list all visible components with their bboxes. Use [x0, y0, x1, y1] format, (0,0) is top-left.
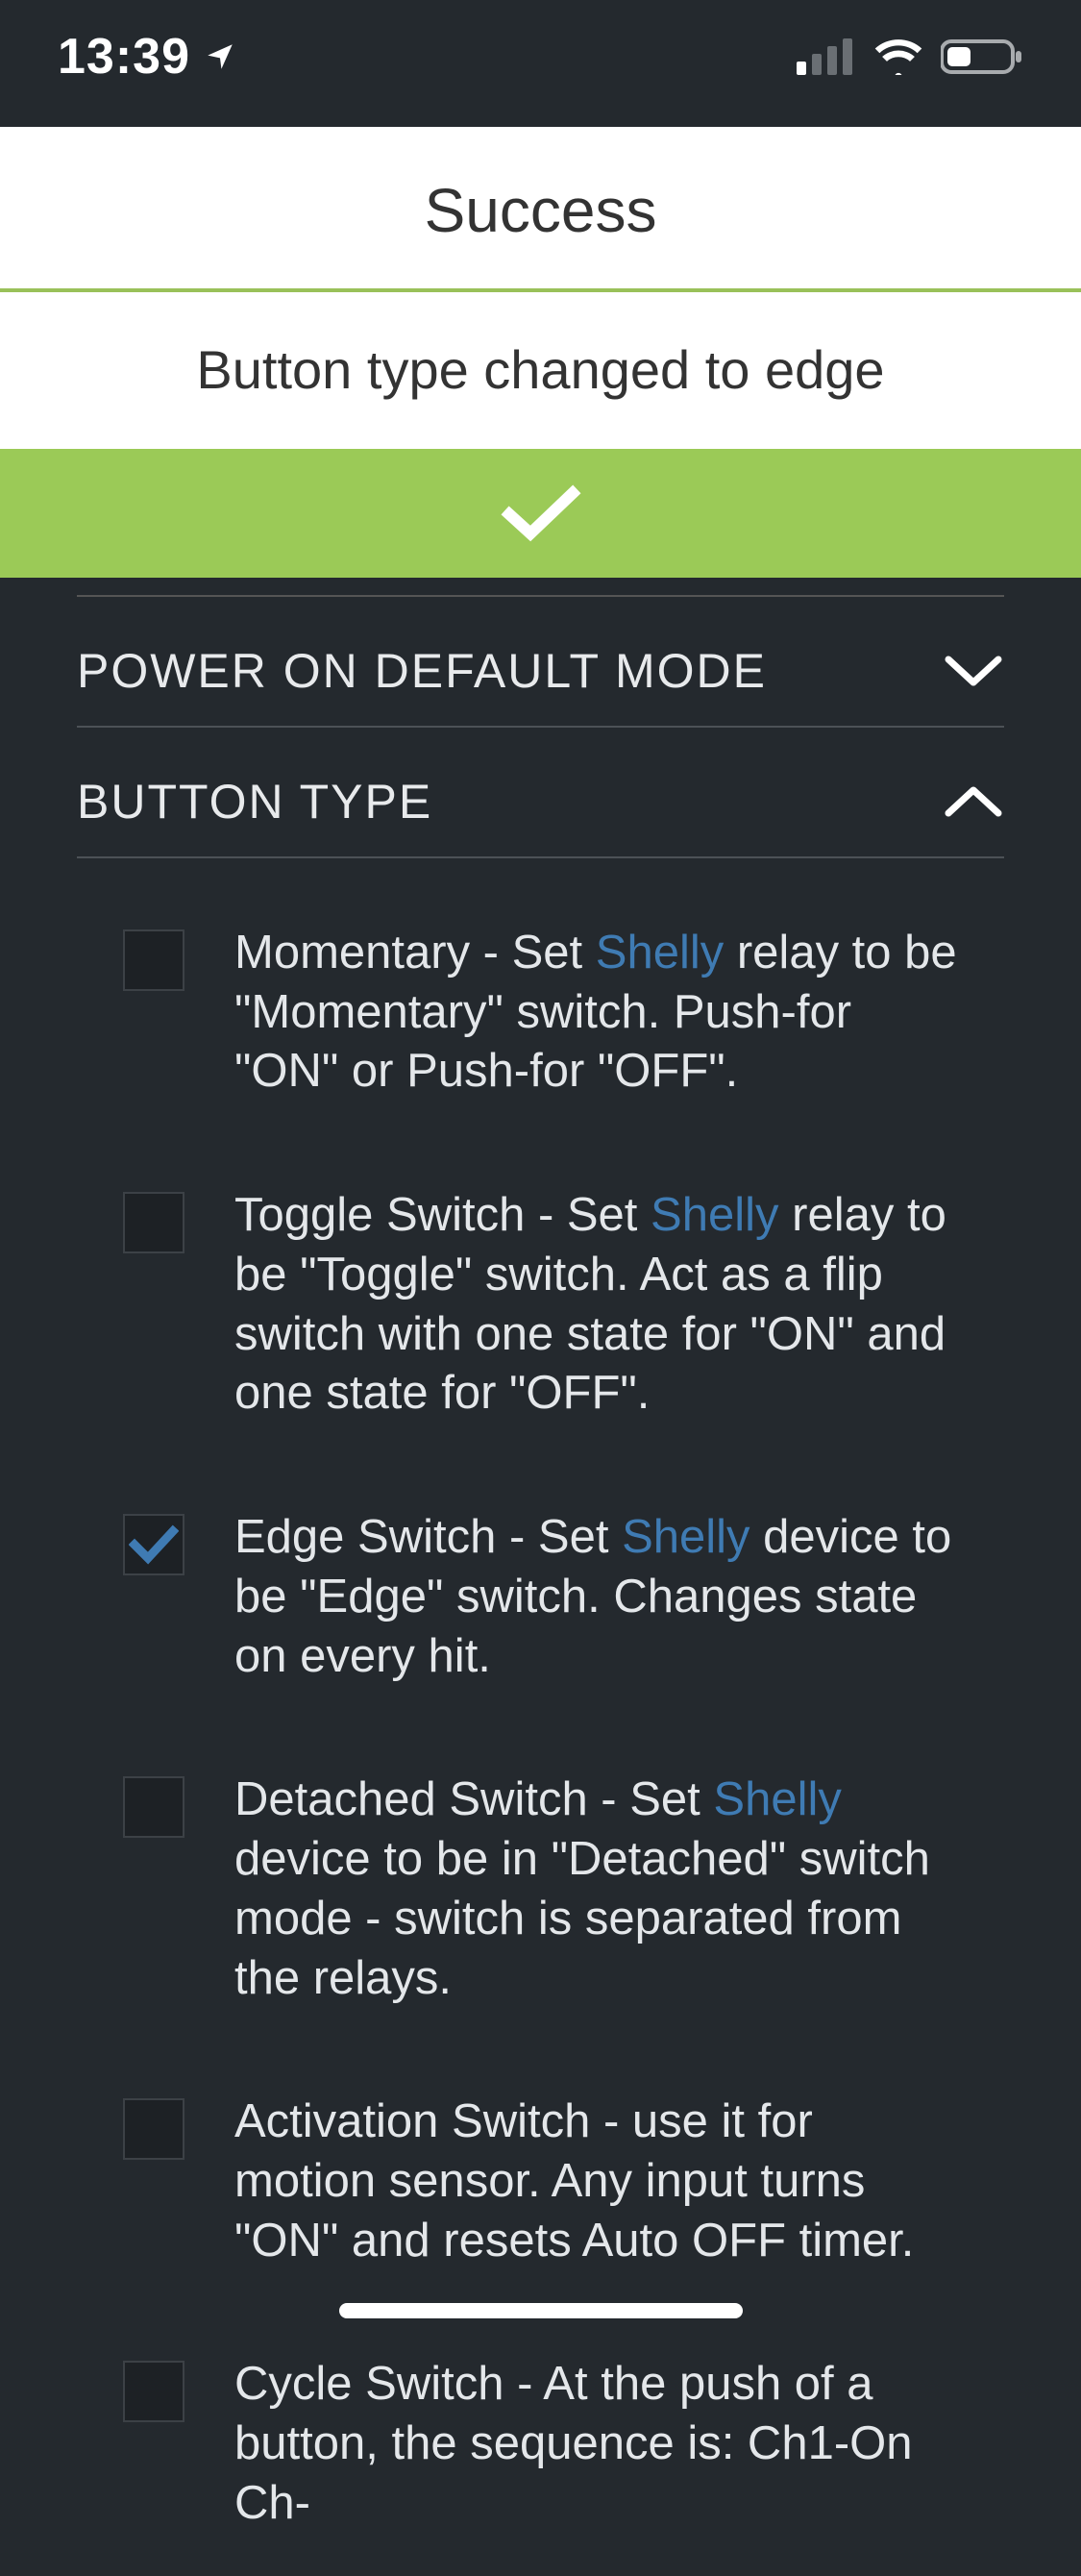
option-label: Activation Switch - use it for motion se…	[234, 2093, 1004, 2270]
checkbox[interactable]	[123, 2098, 184, 2160]
option-detached[interactable]: Detached Switch - Set Shelly device to b…	[77, 1728, 1004, 2050]
shelly-link[interactable]: Shelly	[622, 1511, 749, 1563]
modal-message: Button type changed to edge	[0, 292, 1081, 449]
ok-button[interactable]	[0, 449, 1081, 578]
battery-icon	[941, 37, 1023, 76]
option-label: Edge Switch - Set Shelly device to be "E…	[234, 1508, 1004, 1686]
location-icon	[204, 28, 236, 86]
option-cycle[interactable]: Cycle Switch - At the push of a button, …	[77, 2313, 1004, 2575]
option-edge[interactable]: Edge Switch - Set Shelly device to be "E…	[77, 1466, 1004, 1728]
checkbox[interactable]	[123, 2361, 184, 2422]
cellular-icon	[797, 38, 856, 75]
chevron-up-icon	[943, 782, 1004, 821]
wifi-icon	[873, 38, 923, 75]
chevron-down-icon	[943, 652, 1004, 690]
section-button-type[interactable]: BUTTON TYPE	[77, 728, 1004, 858]
option-label: Cycle Switch - At the push of a button, …	[234, 2355, 1004, 2533]
option-label: Detached Switch - Set Shelly device to b…	[234, 1771, 1004, 2008]
success-modal: Success Button type changed to edge	[0, 127, 1081, 578]
option-activation[interactable]: Activation Switch - use it for motion se…	[77, 2050, 1004, 2313]
option-label: Momentary - Set Shelly relay to be "Mome…	[234, 924, 1004, 1102]
check-icon	[129, 1523, 179, 1566]
option-label: Toggle Switch - Set Shelly relay to be "…	[234, 1186, 1004, 1424]
shelly-link[interactable]: Shelly	[596, 927, 724, 978]
option-toggle[interactable]: Toggle Switch - Set Shelly relay to be "…	[77, 1144, 1004, 1466]
status-left: 13:39	[58, 28, 236, 86]
modal-title: Success	[0, 127, 1081, 292]
shelly-link[interactable]: Shelly	[651, 1189, 778, 1241]
option-momentary[interactable]: Momentary - Set Shelly relay to be "Mome…	[77, 881, 1004, 1144]
shelly-link[interactable]: Shelly	[713, 1773, 841, 1825]
section-power-on-default-mode[interactable]: POWER ON DEFAULT MODE	[77, 597, 1004, 728]
checkbox[interactable]	[123, 1192, 184, 1253]
checkbox-checked[interactable]	[123, 1514, 184, 1575]
home-indicator	[339, 2303, 743, 2318]
status-right	[797, 37, 1023, 76]
checkmark-icon	[498, 480, 584, 547]
status-time: 13:39	[58, 28, 190, 86]
status-bar: 13:39	[0, 0, 1081, 127]
section-title: BUTTON TYPE	[77, 774, 432, 830]
checkbox[interactable]	[123, 1776, 184, 1838]
section-title: POWER ON DEFAULT MODE	[77, 643, 767, 699]
checkbox[interactable]	[123, 929, 184, 991]
